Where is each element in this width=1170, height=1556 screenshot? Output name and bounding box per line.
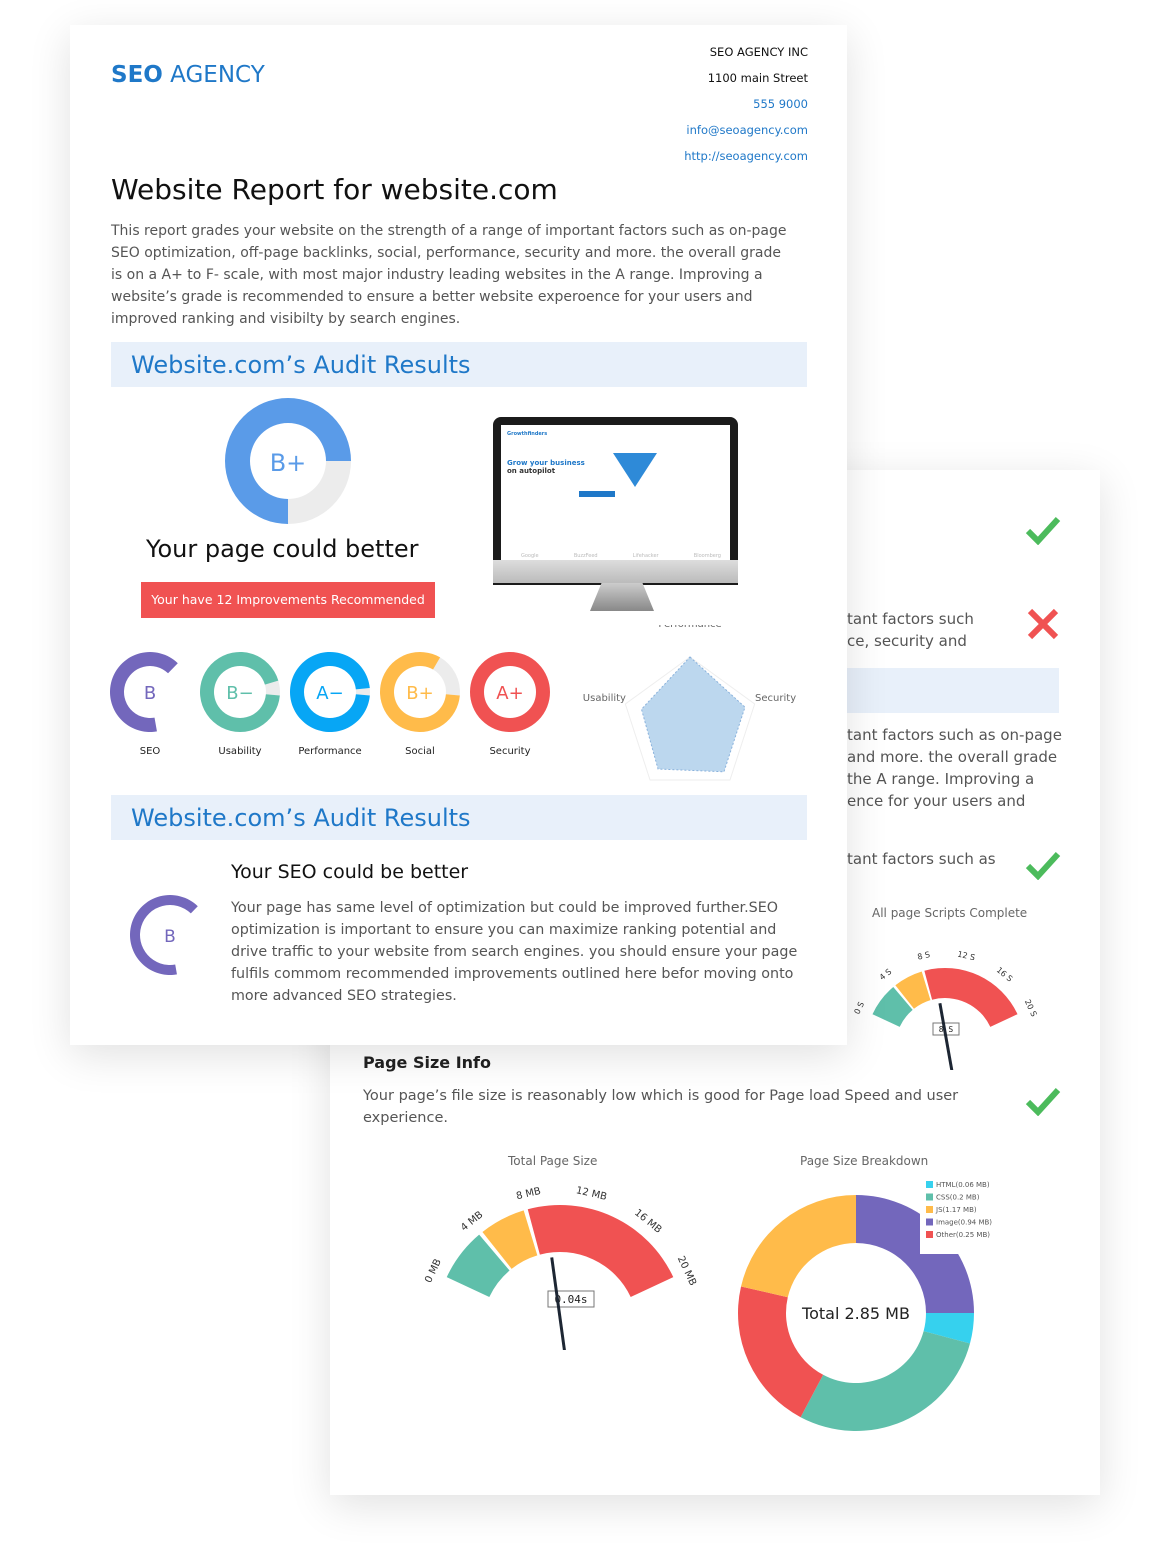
improvements-button[interactable]: Your have 12 Improvements Recommended <box>141 582 435 618</box>
legend-swatch <box>926 1206 933 1213</box>
donut-legend-bg <box>920 1180 1000 1254</box>
legend-swatch <box>926 1218 933 1226</box>
page-size-text: experience. <box>363 1110 448 1126</box>
section-band <box>847 668 1059 713</box>
check-icon <box>1025 851 1061 880</box>
legend-swatch <box>926 1193 933 1201</box>
donut-slice-css <box>800 1331 970 1431</box>
legend-label: Image(0.94 MB) <box>936 1219 992 1227</box>
grade-text-social: B+ <box>406 683 433 704</box>
intro-text: This report grades your website on the s… <box>111 223 787 327</box>
grade-text-performance: A− <box>316 683 343 704</box>
size-gauge-tick: 0 MB <box>423 1257 444 1284</box>
scripts-title: All page Scripts Complete <box>872 906 1028 920</box>
legend-label: CSS(0.2 MB) <box>936 1194 980 1202</box>
website-screenshot: Growthfinders Grow your business on auto… <box>501 425 730 565</box>
report-page-front: SEO AGENCY SEO AGENCY INC 1100 main Stre… <box>70 25 847 1045</box>
size-gauge-tick: 20 MB <box>675 1254 698 1287</box>
size-gauge-tick: 4 MB <box>459 1209 485 1233</box>
scripts-gauge-tick: 12 S <box>957 950 976 963</box>
scripts-gauge-tick: 8 S <box>917 950 931 962</box>
radar-area <box>640 656 746 773</box>
size-gauge-tick: 12 MB <box>575 1185 608 1203</box>
grade-ring-social-track <box>433 657 460 696</box>
grade-text-security: A+ <box>496 683 523 704</box>
section-title: Website.com’s Audit Results <box>131 351 471 379</box>
legend-label: HTML(0.06 MB) <box>936 1181 990 1189</box>
scripts-gauge-tick: 4 S <box>878 967 894 982</box>
section-header: Website.com’s Audit Results <box>111 342 807 387</box>
logo: SEO AGENCY <box>111 62 265 88</box>
donut-center-label: Total 2.85 MB <box>801 1304 910 1323</box>
grade-label-performance: Performance <box>298 746 362 757</box>
legend-label: Other(0.25 MB) <box>936 1231 990 1239</box>
snippet: ence for your users and <box>847 792 1026 810</box>
grade-text-seo: B <box>144 683 156 704</box>
check-icon <box>1025 516 1061 545</box>
total-size-title: Total Page Size <box>508 1154 598 1168</box>
company-name: SEO AGENCY INC <box>709 45 808 59</box>
page-title: Website Report for website.com <box>111 173 558 206</box>
monitor-stand <box>590 583 654 611</box>
radar-chart: PerformanceSecuritySocialSEOUsability <box>583 625 796 781</box>
overall-headline: Your page could better <box>146 535 419 563</box>
page-size-text: Your page’s file size is reasonably low … <box>363 1088 959 1104</box>
legend-swatch <box>926 1181 933 1188</box>
radar-label-performance: Performance <box>658 625 721 630</box>
seo-title: Your SEO could be better <box>231 861 469 883</box>
section-header: Website.com’s Audit Results <box>111 795 807 840</box>
radar-label-usability: Usability <box>583 693 626 704</box>
grade-label-seo: SEO <box>139 746 161 757</box>
donut-slice-js <box>741 1195 856 1298</box>
company-phone[interactable]: 555 9000 <box>684 91 808 117</box>
scripts-gauge-tick: 20 S <box>1023 998 1039 1018</box>
grade-label-usability: Usability <box>218 746 262 757</box>
scripts-gauge: 0 S4 S8 S12 S16 S20 S8 S <box>853 950 1039 1070</box>
snippet: tant factors such as on-page <box>847 726 1062 744</box>
company-email[interactable]: info@seoagency.com <box>684 117 808 143</box>
page-size-donut-chart: Total 2.85 MB HTML(0.06 MB) CSS(0.2 MB) JS(… <box>738 1180 1000 1431</box>
legend-swatch <box>926 1231 933 1238</box>
scripts-gauge-tick: 16 S <box>995 965 1015 983</box>
company-address: 1100 main Street <box>707 71 808 85</box>
page-size-gauge: 0 MB4 MB8 MB 12 MB16 MB20 MB0.04s <box>423 1185 698 1350</box>
scripts-gauge-needle <box>938 1003 954 1070</box>
grade-text-usability: B− <box>226 683 253 704</box>
seo-body: Your page has same level of optimization… <box>231 900 798 1004</box>
legend-label: JS(1.17 MB) <box>935 1206 977 1214</box>
seo-grade-text: B <box>164 927 176 947</box>
page-size-title: Page Size Info <box>363 1053 492 1072</box>
grade-label-security: Security <box>489 746 531 757</box>
cross-icon <box>1027 608 1059 640</box>
overall-grade-text: B+ <box>270 449 307 477</box>
company-url[interactable]: http://seoagency.com <box>684 143 808 169</box>
scripts-gauge-tick: 0 S <box>853 1000 867 1015</box>
snippet: tant factors such as <box>847 850 996 868</box>
snippet: ce, security and <box>847 632 967 650</box>
size-gauge-tick: 8 MB <box>515 1186 542 1202</box>
snippet: and more. the overall grade <box>847 748 1058 766</box>
grade-rings: B B− A− B+ A+ <box>109 651 550 732</box>
snippet: tant factors such <box>847 610 974 628</box>
check-icon <box>1025 1087 1061 1116</box>
grade-label-social: Social <box>405 746 435 757</box>
monitor-chin <box>493 560 738 583</box>
section-title: Website.com’s Audit Results <box>131 804 471 832</box>
seo-grade-ring: B <box>130 895 198 975</box>
company-info: SEO AGENCY INC 1100 main Street 555 9000… <box>684 39 808 169</box>
breakdown-title: Page Size Breakdown <box>800 1154 929 1168</box>
overall-grade-ring: B+ <box>225 398 351 524</box>
radar-label-security: Security <box>755 693 796 704</box>
snippet: the A range. Improving a <box>847 770 1035 788</box>
